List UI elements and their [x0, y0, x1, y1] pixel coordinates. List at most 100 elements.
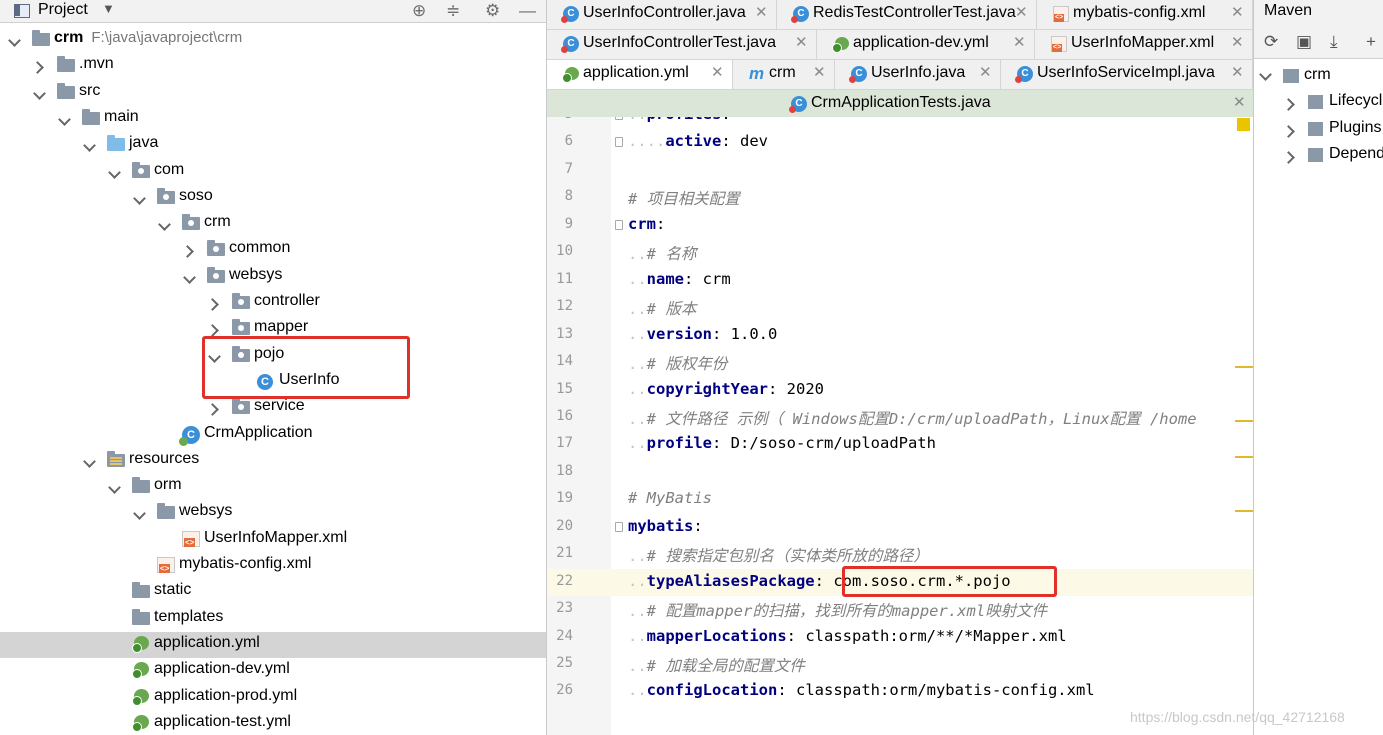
gear-icon[interactable]: ⚙: [485, 1, 500, 21]
editor-tab[interactable]: C UserInfoControllerTest.java ✕: [547, 30, 817, 59]
code-line[interactable]: 17 ..profile: D:/soso-crm/uploadPath: [547, 431, 1253, 458]
code-line[interactable]: 5 ..profiles:: [547, 117, 1253, 129]
tree-row[interactable]: UserInfoMapper.xml: [0, 527, 546, 553]
chevron-down-icon[interactable]: ▼: [102, 1, 115, 16]
scroll-marker[interactable]: [1235, 366, 1253, 368]
code-line[interactable]: 16 ..# 文件路径 示例（ Windows配置D:/crm/uploadPat…: [547, 404, 1253, 431]
chevron-down-icon[interactable]: [133, 507, 147, 521]
chevron-down-icon[interactable]: [108, 481, 122, 495]
code-line[interactable]: 18: [547, 459, 1253, 486]
code-line[interactable]: 6 ....active: dev: [547, 129, 1253, 156]
chevron-right-icon[interactable]: [208, 297, 222, 311]
tree-row[interactable]: C CrmApplication: [0, 422, 546, 448]
project-title[interactable]: Project: [38, 1, 88, 19]
fold-marker-icon[interactable]: [615, 117, 623, 120]
collapse-all-icon[interactable]: ≑: [446, 1, 460, 21]
code-view[interactable]: 5 ..profiles: 6 ....active: dev 7 8 # 项目相关配置 9 c…: [547, 117, 1253, 735]
locate-icon[interactable]: ⊕: [412, 1, 426, 21]
download-icon[interactable]: ⤓: [1330, 32, 1338, 52]
close-icon[interactable]: ✕: [1013, 33, 1026, 51]
tree-row[interactable]: src: [0, 80, 546, 106]
editor-tab[interactable]: m crm ✕: [733, 60, 835, 89]
code-line[interactable]: 20 mybatis:: [547, 514, 1253, 541]
scroll-marker[interactable]: [1235, 510, 1253, 512]
chevron-down-icon[interactable]: [183, 271, 197, 285]
editor-tab[interactable]: C UserInfoController.java ✕: [547, 0, 777, 29]
tree-row[interactable]: controller: [0, 290, 546, 316]
tree-row[interactable]: common: [0, 237, 546, 263]
maven-item[interactable]: Plugins: [1254, 116, 1383, 142]
chevron-down-icon[interactable]: [8, 34, 22, 48]
code-line[interactable]: 14 ..# 版权年份: [547, 349, 1253, 376]
tree-row[interactable]: mybatis-config.xml: [0, 553, 546, 579]
code-line[interactable]: 21 ..# 搜索指定包别名（实体类所放的路径）: [547, 541, 1253, 568]
editor-tab[interactable]: C UserInfoServiceImpl.java ✕: [1001, 60, 1253, 89]
tree-row[interactable]: main: [0, 106, 546, 132]
maven-item[interactable]: Lifecycl: [1254, 89, 1383, 115]
tree-row[interactable]: application.yml: [0, 631, 546, 658]
inspection-status-icon[interactable]: [1237, 118, 1250, 131]
chevron-down-icon[interactable]: [108, 166, 122, 180]
maven-item[interactable]: Depend: [1254, 142, 1383, 168]
chevron-down-icon[interactable]: [158, 218, 172, 232]
code-line[interactable]: 7: [547, 157, 1253, 184]
code-line[interactable]: 19 # MyBatis: [547, 486, 1253, 513]
close-icon[interactable]: ✕: [979, 63, 992, 81]
chevron-right-icon[interactable]: [1284, 150, 1298, 164]
tree-row[interactable]: application-dev.yml: [0, 658, 546, 684]
close-icon[interactable]: ✕: [795, 33, 808, 51]
chevron-right-icon[interactable]: [1284, 97, 1298, 111]
editor-tab[interactable]: C RedisTestControllerTest.java ✕: [777, 0, 1037, 29]
editor-tab[interactable]: C UserInfo.java ✕: [835, 60, 1001, 89]
close-icon[interactable]: ✕: [1231, 33, 1244, 51]
fold-marker-icon[interactable]: [615, 521, 623, 532]
maven-title[interactable]: Maven: [1254, 0, 1383, 23]
close-icon[interactable]: ✕: [755, 3, 768, 21]
chevron-right-icon[interactable]: [183, 244, 197, 258]
tree-row[interactable]: application-prod.yml: [0, 685, 546, 711]
close-icon[interactable]: ✕: [1015, 3, 1028, 21]
code-line[interactable]: 10 ..# 名称: [547, 239, 1253, 266]
scroll-marker[interactable]: [1235, 456, 1253, 458]
code-line[interactable]: 8 # 项目相关配置: [547, 184, 1253, 211]
tree-row[interactable]: application-test.yml: [0, 711, 546, 735]
code-line[interactable]: 23 ..# 配置mapper的扫描，找到所有的mapper.xml映射文件: [547, 596, 1253, 623]
chevron-right-icon[interactable]: [33, 60, 47, 74]
add-icon[interactable]: +: [1366, 32, 1376, 52]
tree-row[interactable]: resources: [0, 448, 546, 474]
chevron-down-icon[interactable]: [83, 455, 97, 469]
close-icon[interactable]: ✕: [813, 63, 826, 81]
tree-row[interactable]: websys: [0, 264, 546, 290]
code-line[interactable]: 24 ..mapperLocations: classpath:orm/**/*M…: [547, 624, 1253, 651]
tree-row[interactable]: soso: [0, 185, 546, 211]
chevron-right-icon[interactable]: [208, 402, 222, 416]
hide-icon[interactable]: —: [519, 1, 536, 21]
close-icon[interactable]: ✕: [1233, 93, 1246, 111]
editor-tab[interactable]: C CrmApplicationTests.java ✕: [547, 90, 1253, 119]
editor-tab[interactable]: mybatis-config.xml ✕: [1037, 0, 1253, 29]
tree-row[interactable]: com: [0, 159, 546, 185]
code-line[interactable]: 15 ..copyrightYear: 2020: [547, 377, 1253, 404]
close-icon[interactable]: ✕: [1231, 63, 1244, 81]
close-icon[interactable]: ✕: [1231, 3, 1244, 21]
code-line[interactable]: 13 ..version: 1.0.0: [547, 322, 1253, 349]
tree-row[interactable]: static: [0, 579, 546, 605]
chevron-right-icon[interactable]: [1284, 124, 1298, 138]
tree-row[interactable]: crm: [0, 211, 546, 237]
code-line[interactable]: 11 ..name: crm: [547, 267, 1253, 294]
reload-icon[interactable]: ⟳: [1264, 32, 1278, 52]
chevron-down-icon[interactable]: [133, 192, 147, 206]
editor-tab[interactable]: UserInfoMapper.xml ✕: [1035, 30, 1253, 59]
fold-marker-icon[interactable]: [615, 219, 623, 230]
close-icon[interactable]: ✕: [711, 63, 724, 81]
tree-row[interactable]: java: [0, 132, 546, 158]
chevron-down-icon[interactable]: [83, 139, 97, 153]
tree-row[interactable]: orm: [0, 474, 546, 500]
code-line[interactable]: 12 ..# 版本: [547, 294, 1253, 321]
add-folder-icon[interactable]: ▣: [1296, 32, 1312, 52]
tree-row[interactable]: service: [0, 395, 546, 421]
tree-row[interactable]: templates: [0, 606, 546, 632]
scroll-marker[interactable]: [1235, 420, 1253, 422]
code-line[interactable]: 26 ..configLocation: classpath:orm/mybati…: [547, 678, 1253, 705]
code-line[interactable]: 25 ..# 加载全局的配置文件: [547, 651, 1253, 678]
